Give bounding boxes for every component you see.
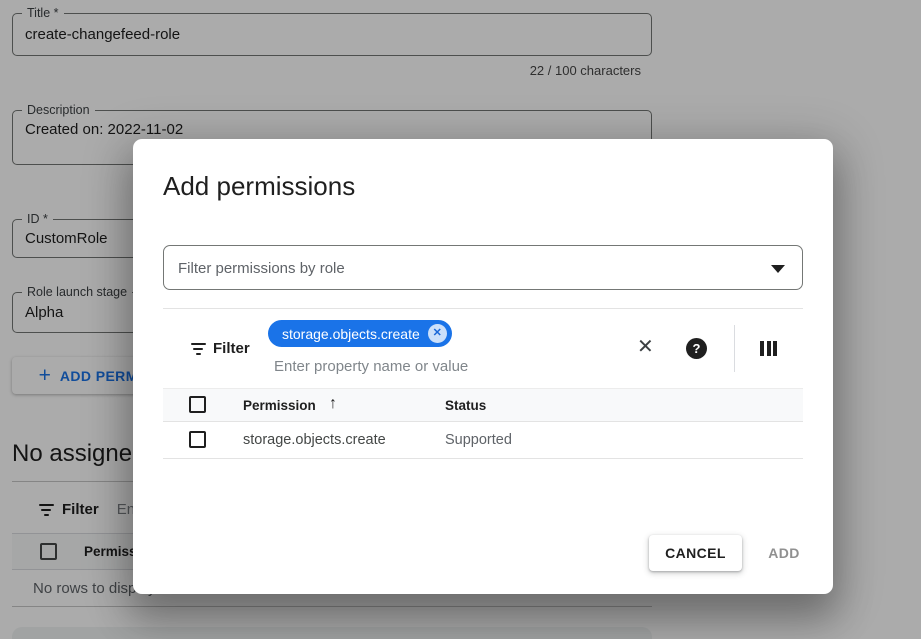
sort-ascending-icon[interactable]: ↑ (329, 395, 337, 413)
row-checkbox[interactable] (189, 431, 206, 448)
clear-filters-icon[interactable]: ✕ (637, 336, 654, 358)
modal-table-header: Permission ↑ Status (163, 388, 803, 422)
permission-cell: storage.objects.create (243, 432, 386, 448)
role-select-placeholder: Filter permissions by role (178, 260, 345, 277)
add-button[interactable]: ADD (753, 535, 815, 571)
filter-chip-label: storage.objects.create (282, 326, 420, 342)
chip-close-icon[interactable]: ✕ (428, 324, 447, 343)
filter-chip[interactable]: storage.objects.create ✕ (268, 320, 452, 347)
cancel-button[interactable]: CANCEL (649, 535, 742, 571)
select-all-checkbox[interactable] (189, 396, 206, 413)
status-column-header[interactable]: Status (445, 398, 486, 413)
filter-permissions-by-role-select[interactable]: Filter permissions by role (163, 245, 803, 290)
add-permissions-dialog: Add permissions Filter permissions by ro… (133, 139, 833, 594)
dropdown-arrow-icon (771, 265, 785, 273)
page: Title * create-changefeed-role 22 / 100 … (0, 0, 921, 639)
divider (163, 308, 803, 309)
table-row[interactable]: storage.objects.create Supported (163, 422, 803, 459)
help-icon[interactable]: ? (686, 338, 707, 359)
filter-icon (190, 343, 206, 358)
modal-filter-input[interactable]: Enter property name or value (274, 358, 468, 375)
column-display-options-icon[interactable] (760, 341, 777, 356)
dialog-title: Add permissions (163, 171, 355, 202)
permission-column-header[interactable]: Permission (243, 398, 316, 413)
status-cell: Supported (445, 432, 512, 448)
modal-filter-label: Filter (213, 340, 250, 357)
divider (734, 325, 735, 372)
